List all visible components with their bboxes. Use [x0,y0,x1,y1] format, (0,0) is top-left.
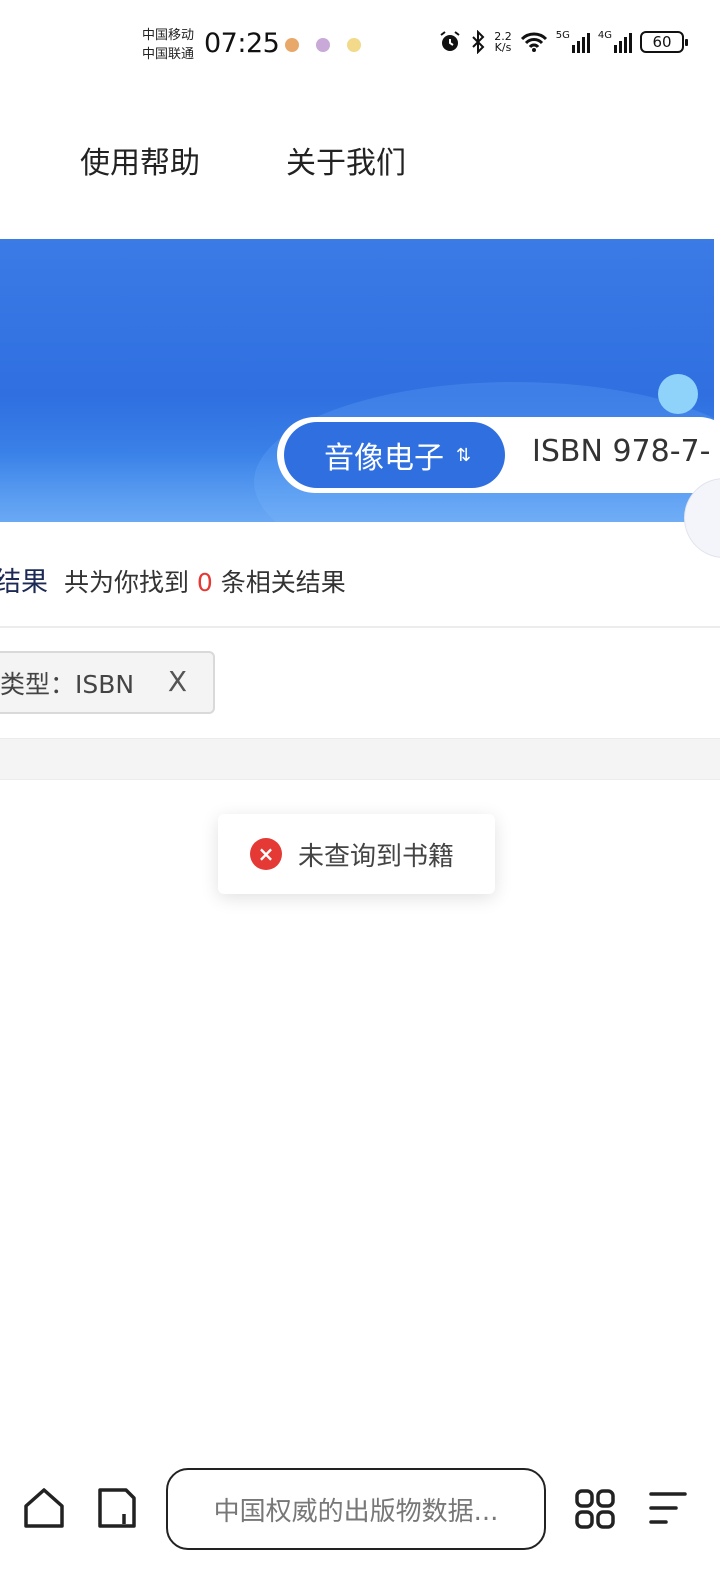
wifi-icon [520,32,547,52]
menu-icon[interactable] [648,1490,688,1526]
carrier-2: 中国联通 [142,47,195,62]
results-suffix: 条相关结果 [220,568,346,597]
app-notification-icon [316,38,330,52]
error-icon: × [250,838,282,870]
error-toast: × 未查询到书籍 [218,814,495,894]
home-icon[interactable] [22,1486,66,1530]
filter-tag: 类型：ISBN X [0,651,215,714]
results-title: 结果 [0,567,48,598]
nav-help-link[interactable]: 使用帮助 [80,138,200,182]
bluetooth-icon [472,30,485,54]
carrier-labels: 中国移动 中国联通 [142,26,194,64]
signal-4g-icon: 4G [598,31,632,53]
filter-tag-label: 类型：ISBN [0,669,135,699]
page: 中国移动 中国联通 07:25 2.2 K/s 5G 4G 60 使用帮助 关于… [0,0,720,1584]
remove-filter-button[interactable]: X [168,665,187,698]
alarm-icon [440,31,460,51]
clock: 07:25 [204,28,280,59]
app-notification-icon [285,38,299,52]
status-bar: 中国移动 中国联通 07:25 2.2 K/s 5G 4G 60 [0,0,720,92]
tabs-icon[interactable] [96,1486,138,1530]
search-category-selector[interactable]: 音像电子 ⇅ [284,422,505,488]
speed-unit: K/s [494,41,512,54]
results-list-header [0,738,720,780]
carrier-1: 中国移动 [142,28,195,43]
battery-icon: 60 [640,31,688,53]
decorative-bubble [658,374,698,414]
divider [0,626,720,628]
results-prefix: 共为你找到 [63,568,189,597]
status-icons: 2.2 K/s 5G 4G 60 [438,30,688,54]
net-4g-label: 4G [597,30,612,41]
address-bar[interactable]: 中国权威的出版物数据... [166,1468,546,1550]
search-input[interactable]: ISBN 978-7- [532,434,710,469]
network-speed: 2.2 K/s [494,31,512,53]
search-category-label: 音像电子 [324,441,444,476]
apps-grid-icon[interactable] [574,1488,616,1530]
swap-icon: ⇅ [456,444,472,466]
app-notification-icon [347,38,361,52]
results-count: 0 [196,568,213,597]
nav-about-link[interactable]: 关于我们 [286,138,406,182]
signal-5g-icon: 5G [556,31,590,53]
net-5g-label: 5G [555,30,570,41]
results-summary: 结果 共为你找到 0 条相关结果 [0,560,346,599]
toast-message: 未查询到书籍 [298,841,455,872]
